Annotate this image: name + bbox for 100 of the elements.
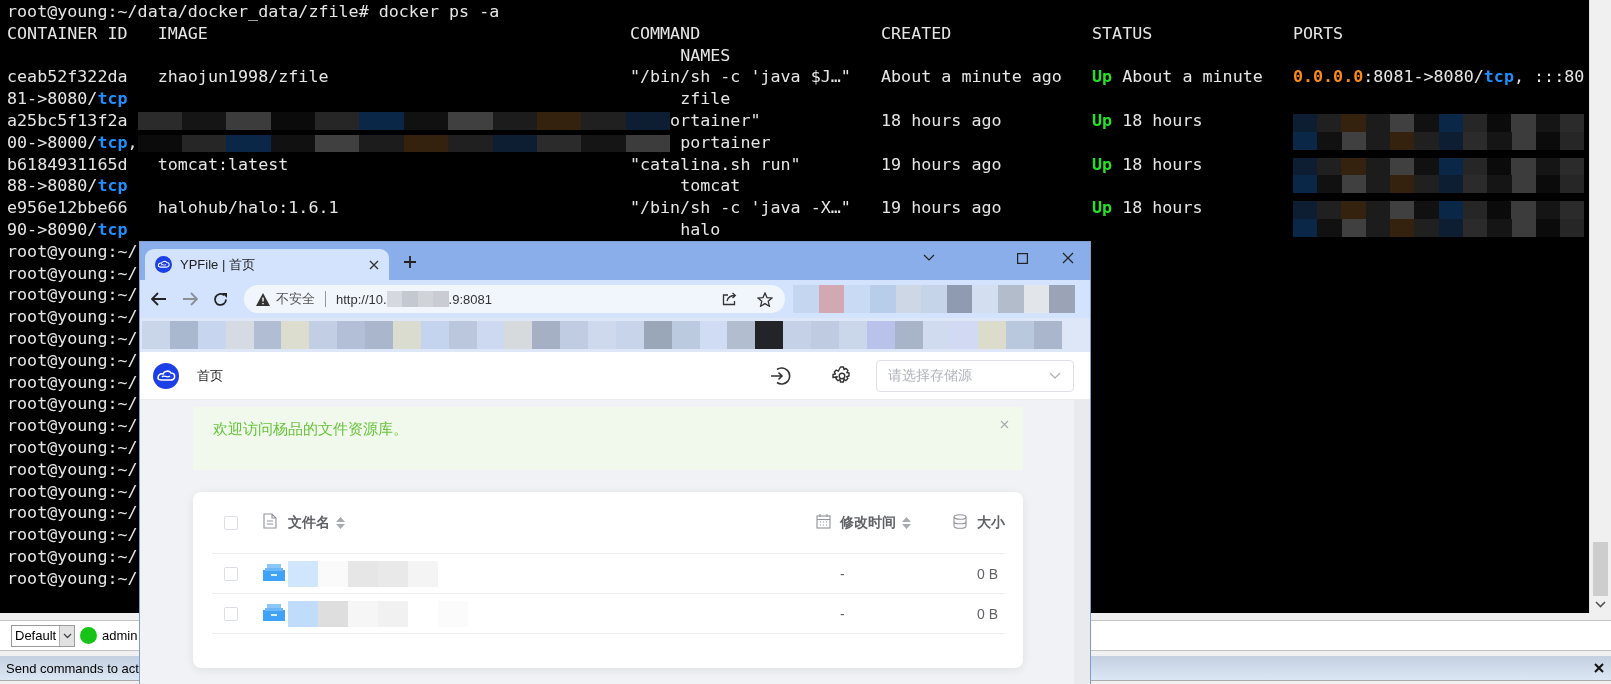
column-header[interactable]: 大小 <box>977 513 1005 530</box>
container-id: b6184931165d <box>7 153 129 176</box>
container-id: ceab52f322da <box>7 66 129 89</box>
close-icon[interactable] <box>369 259 379 270</box>
status-text: 18 hours <box>1122 197 1203 219</box>
image-name: zhaojun1998/zfile <box>157 66 330 89</box>
terminal-line: root@young:~/ <box>7 567 138 590</box>
alert-text: 欢迎访问杨品的文件资源库。 <box>213 420 408 439</box>
table-cell: 0 B <box>977 605 998 622</box>
user-name: admin <box>102 628 138 643</box>
column-header: COMMAND <box>629 22 702 45</box>
nav-link[interactable]: 首页 <box>197 366 223 385</box>
terminal-line: root@young:~/ <box>7 458 138 481</box>
scrollbar-track[interactable] <box>1074 400 1090 684</box>
ports-text: 88->8080/tcp <box>7 175 128 198</box>
folder-icon <box>263 603 285 621</box>
terminal-line: root@young:~/ <box>7 436 138 459</box>
image-name: halohub/halo:1.6.1 <box>157 197 340 219</box>
star-icon[interactable] <box>757 291 773 307</box>
logo-icon <box>155 256 172 273</box>
url-text: .9:8081 <box>448 291 492 307</box>
terminal-line: root@young:~/ <box>7 240 138 263</box>
command-text: "/bin/sh -c 'java $J…" <box>629 66 852 89</box>
url-text: http://10. <box>336 291 387 307</box>
reload-icon[interactable] <box>213 291 228 307</box>
container-name: zfile <box>680 88 732 110</box>
container-name: halo <box>680 218 722 241</box>
document-icon <box>263 513 277 529</box>
created-text: About a minute ago <box>881 66 1063 89</box>
share-icon[interactable] <box>722 292 737 306</box>
ports-text: 00->8000/tcp, <box>7 131 138 154</box>
new-tab-icon[interactable] <box>403 254 417 269</box>
terminal-line: root@young:~/ <box>7 327 138 350</box>
settings-icon[interactable] <box>832 365 852 386</box>
session-dropdown[interactable]: Default <box>11 624 75 647</box>
checkbox[interactable] <box>224 515 238 530</box>
image-name: tomcat:latest <box>157 153 290 176</box>
command-text: "catalina.sh run" <box>629 153 802 176</box>
column-header: PORTS <box>1292 22 1344 45</box>
close-icon[interactable] <box>1593 662 1605 674</box>
created-text: 19 hours ago <box>881 153 1003 176</box>
column-header[interactable]: 文件名 <box>288 513 330 532</box>
container-id: a25bc5f13f2a <box>7 110 129 132</box>
container-name: tomcat <box>680 175 742 198</box>
back-arrow-icon[interactable] <box>150 292 167 306</box>
status-text: 18 hours <box>1122 110 1203 132</box>
column-header: NAMES <box>680 44 731 67</box>
column-header[interactable]: 修改时间 <box>840 513 896 532</box>
close-icon[interactable] <box>1061 252 1074 264</box>
table-cell: - <box>840 565 845 582</box>
bar-label: Send commands to act <box>6 660 139 676</box>
checkbox[interactable] <box>224 606 238 621</box>
column-header: STATUS <box>1092 22 1154 45</box>
folder-icon <box>263 563 285 581</box>
terminal-line: root@young:~/ <box>7 284 138 307</box>
checkbox[interactable] <box>224 566 238 581</box>
column-header: IMAGE <box>157 22 209 45</box>
ports-text: 90->8090/tcp <box>7 218 128 241</box>
ports-text: 0.0.0.0:8081->8080/tcp, :::80 <box>1292 66 1585 89</box>
warning-icon <box>256 292 270 306</box>
pixelated-block <box>386 291 449 307</box>
chevron-down-icon <box>1049 372 1061 379</box>
status-state: Up <box>1092 153 1113 176</box>
address-bar[interactable]: 不安全 http://10. .9:8081 <box>244 285 785 313</box>
status-state: Up <box>1092 66 1113 89</box>
terminal-line: root@young:~/ <box>7 349 138 372</box>
caret-icon <box>62 632 72 639</box>
ports-text: 81->8080/tcp <box>7 88 128 110</box>
scrollbar-thumb[interactable] <box>1593 542 1608 596</box>
terminal-line: root@young:~/ <box>7 306 138 328</box>
calendar-icon <box>816 513 831 529</box>
terminal-line: root@young:~/ <box>7 524 138 546</box>
logo-icon[interactable] <box>153 362 179 389</box>
created-text: 18 hours ago <box>881 110 1003 132</box>
command-text: "/bin/sh -c 'java -X…" <box>629 197 852 219</box>
terminal-line: root@young:~/ <box>7 415 138 437</box>
maximize-icon[interactable] <box>1017 252 1028 264</box>
table-cell: - <box>840 605 845 622</box>
status-state: Up <box>1092 197 1113 219</box>
browser-tab[interactable]: YPFile | 首页 <box>145 249 389 280</box>
column-header: CREATED <box>881 22 953 45</box>
status-state: Up <box>1092 110 1113 132</box>
command-text: ortainer" <box>670 110 762 132</box>
column-header: CONTAINER ID <box>7 22 129 45</box>
container-id: e956e12bbe66 <box>7 197 129 219</box>
terminal-line: root@young:~/ <box>7 393 138 416</box>
terminal-line: root@young:~/ <box>7 371 138 394</box>
login-icon[interactable] <box>769 364 791 387</box>
table-cell: 0 B <box>977 565 998 582</box>
chevron-down-icon[interactable] <box>922 254 935 262</box>
terminal-line: root@young:~/ <box>7 545 138 568</box>
status-text: About a minute <box>1122 66 1263 89</box>
container-name: portainer <box>680 131 772 154</box>
terminal-line: root@young:~/data/docker_data/zfile# docker ps -a <box>7 1 500 23</box>
terminal-line: root@young:~/ <box>7 480 138 503</box>
status-text: 18 hours <box>1122 153 1203 176</box>
terminal-line: root@young:~/ <box>7 262 138 285</box>
terminal-line: root@young:~/ <box>7 502 138 525</box>
created-text: 19 hours ago <box>881 197 1003 219</box>
security-label: 不安全 <box>276 290 315 308</box>
